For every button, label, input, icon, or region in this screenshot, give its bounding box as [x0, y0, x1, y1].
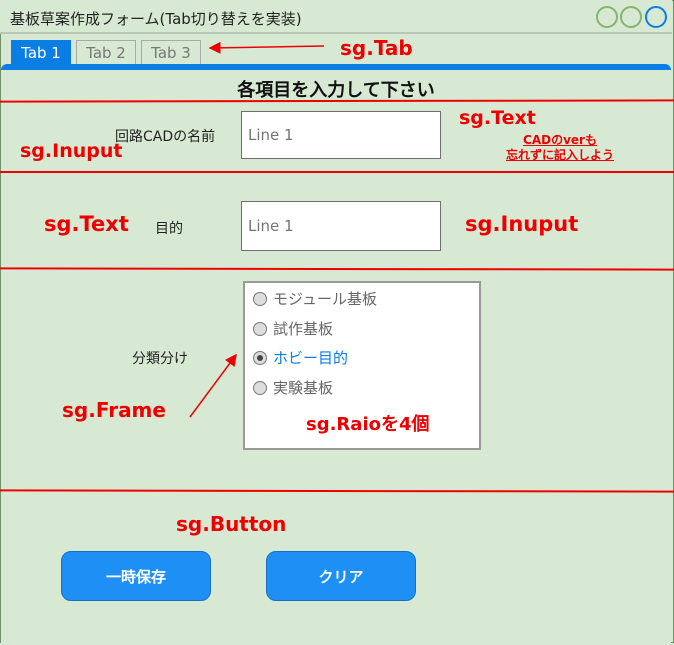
frame-arrow: [189, 353, 237, 418]
tab-arrow: [208, 41, 325, 54]
annotation-arrows: [189, 41, 325, 418]
